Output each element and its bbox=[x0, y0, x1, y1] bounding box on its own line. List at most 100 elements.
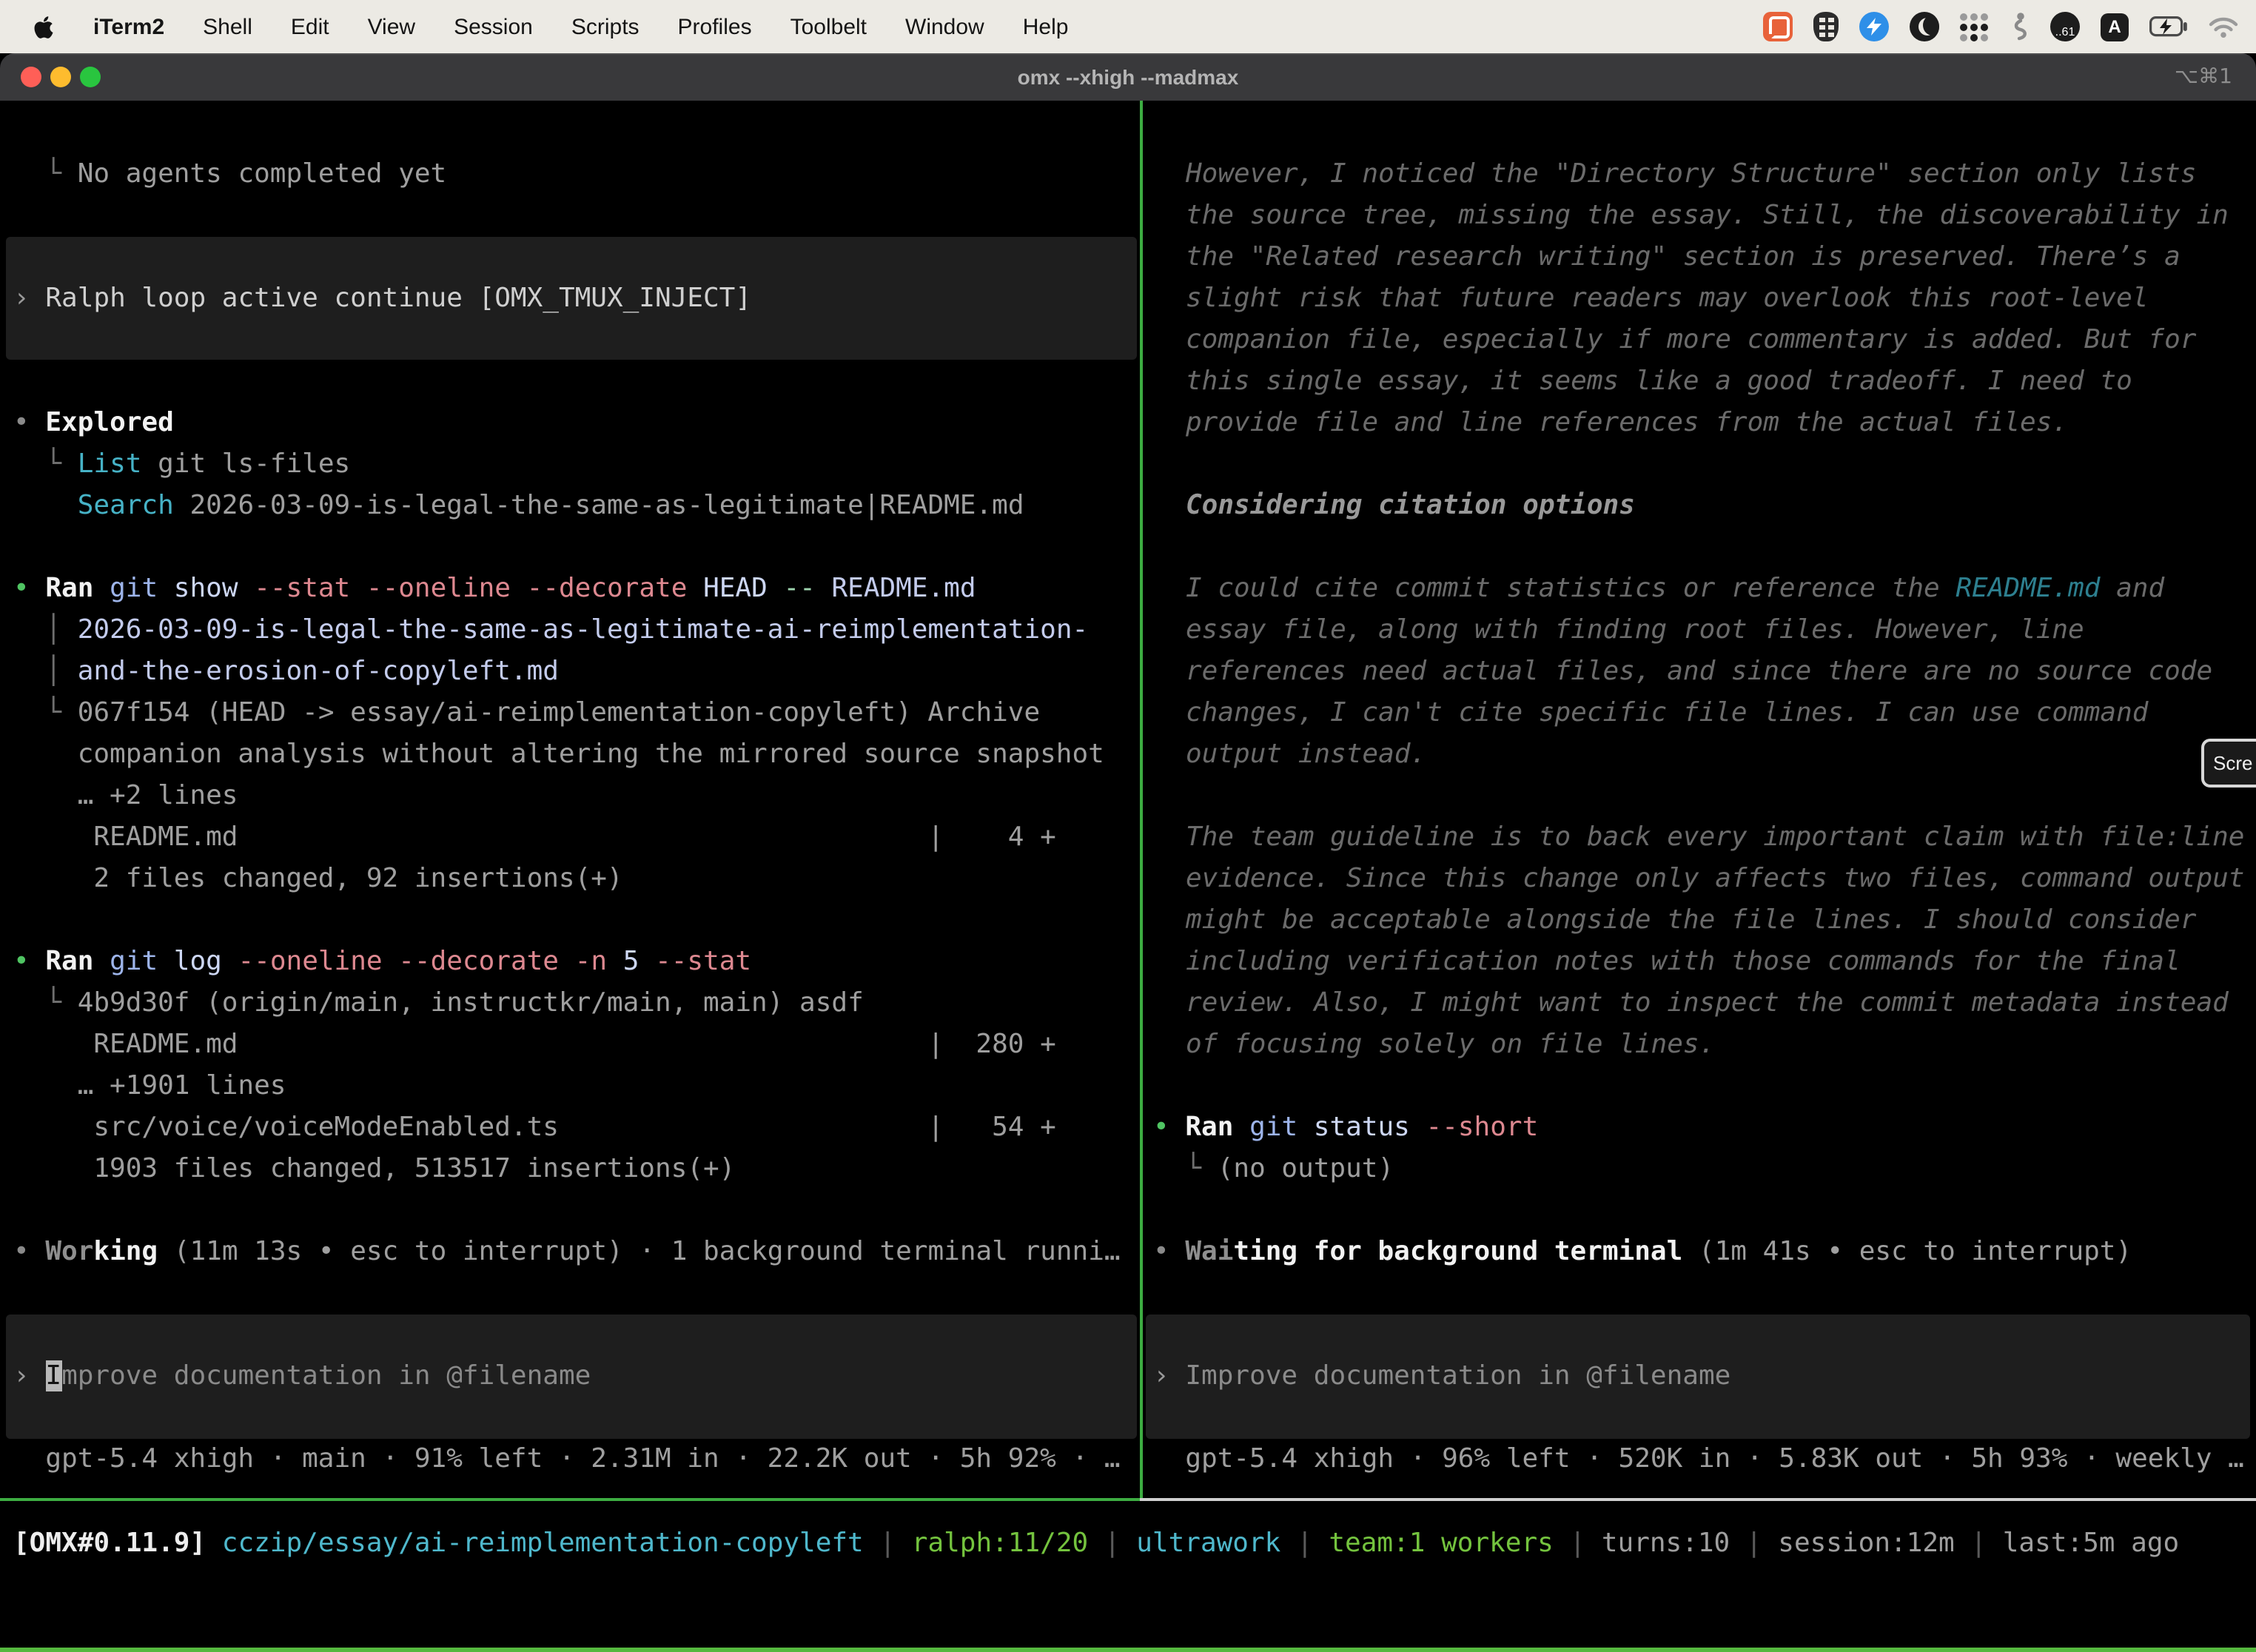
window-shortcut-badge: ⌥⌘1 bbox=[2175, 53, 2232, 101]
a-key-icon[interactable]: A bbox=[2101, 13, 2129, 41]
terminal-text-segment: Ralph loop active continue [OMX_TMUX_INJ… bbox=[45, 283, 751, 314]
blue-badge-icon[interactable] bbox=[1859, 12, 1889, 41]
terminal-text-segment: │ bbox=[13, 656, 78, 687]
explored-list-line: └ List git ls-files bbox=[13, 444, 350, 486]
terminal-text-segment: └ bbox=[13, 697, 78, 728]
commit-line: └ 067f154 (HEAD -> essay/ai-reimplementa… bbox=[13, 693, 1040, 734]
terminal-text-segment: README.md bbox=[1955, 573, 2100, 604]
terminal-text-segment: team:1 workers bbox=[1329, 1528, 1553, 1559]
terminal-text-segment: List bbox=[78, 449, 142, 480]
terminal-text-segment: | bbox=[1730, 1528, 1778, 1559]
omx-status-bar: [OMX#0.11.9] cczip/essay/ai-reimplementa… bbox=[13, 1523, 2249, 1565]
terminal-text-segment: └ bbox=[1153, 1153, 1218, 1184]
terminal-text-segment: Ran bbox=[45, 946, 93, 977]
desktop: iTerm2 Shell Edit View Session Scripts P… bbox=[0, 0, 2256, 1652]
menu-item-toolbelt[interactable]: Toolbelt bbox=[790, 14, 867, 39]
terminal-text-segment: mprove documentation in @filename bbox=[61, 1360, 591, 1391]
terminal-text-segment: HEAD bbox=[703, 573, 783, 604]
elided-line: … +2 lines bbox=[13, 776, 238, 817]
terminal-text-segment: • bbox=[13, 1236, 45, 1267]
terminal-text-segment: README.md bbox=[831, 573, 976, 604]
screenshot-chat-icon[interactable] bbox=[1763, 12, 1793, 41]
menu-item-session[interactable]: Session bbox=[454, 14, 533, 39]
left-pane-output: └ No agents completed yet › Ralph loop ac… bbox=[13, 154, 1141, 1486]
left-pane-bottom-border bbox=[0, 1498, 1140, 1501]
terminal-text-segment: • bbox=[13, 407, 45, 438]
terminal-text-segment: │ bbox=[13, 614, 78, 645]
figure-icon[interactable] bbox=[2009, 12, 2030, 41]
menu-item-window[interactable]: Window bbox=[905, 14, 984, 39]
terminal-text-segment: turns:10 bbox=[1602, 1528, 1730, 1559]
window-title: omx --xhigh --madmax bbox=[0, 53, 2256, 101]
terminal-text-segment: 067f154 (HEAD -> essay/ai-reimplementati… bbox=[78, 697, 1040, 728]
terminal-text-segment: and-the-erosion-of-copyleft.md bbox=[78, 656, 559, 687]
terminal-text-segment: └ bbox=[13, 158, 78, 189]
terminal-text-segment: No agents completed yet bbox=[78, 158, 447, 189]
menu-item-shell[interactable]: Shell bbox=[203, 14, 252, 39]
stat-line: 1903 files changed, 513517 insertions(+) bbox=[13, 1149, 735, 1190]
terminal-text-segment: However, I noticed the "Directory Struct… bbox=[1186, 158, 2245, 438]
terminal-text-segment: | bbox=[1088, 1528, 1136, 1559]
terminal-text-segment: Considering citation options bbox=[1186, 490, 1635, 521]
apple-icon[interactable] bbox=[33, 14, 55, 39]
terminal-text-segment: last:5m ago bbox=[2003, 1528, 2179, 1559]
terminal-text-segment: king bbox=[93, 1236, 158, 1267]
stat-line: src/voice/voiceModeEnabled.ts | 54 + bbox=[13, 1107, 1056, 1149]
menu-item-edit[interactable]: Edit bbox=[291, 14, 329, 39]
terminal-text-segment: › bbox=[1153, 1360, 1185, 1391]
terminal-text-segment: (11m 13s • esc to interrupt) · 1 backgro… bbox=[158, 1236, 1120, 1267]
terminal-text-segment: gpt-5.4 xhigh · 96% left · 520K in · 5.8… bbox=[1153, 1443, 2244, 1474]
menu-item-iterm2[interactable]: iTerm2 bbox=[93, 14, 164, 39]
dots-grid-icon[interactable] bbox=[1960, 13, 1988, 41]
terminal-text-segment: Search bbox=[78, 490, 174, 521]
terminal-text-segment: 1903 files changed, 513517 insertions(+) bbox=[13, 1153, 735, 1184]
terminal-text-segment: ralph:11/20 bbox=[912, 1528, 1088, 1559]
ran-git-status-line: • Ran git status --short bbox=[1153, 1107, 1538, 1149]
right-pane-output: However, I noticed the "Directory Struct… bbox=[1153, 154, 2252, 1486]
explored-header-line: • Explored bbox=[13, 403, 174, 444]
terminal-text-segment: gpt-5.4 xhigh · main · 91% left · 2.31M … bbox=[13, 1443, 1121, 1474]
menu-bar: iTerm2 Shell Edit View Session Scripts P… bbox=[0, 0, 2256, 53]
no-output-line: └ (no output) bbox=[1153, 1149, 1394, 1190]
terminal-text-segment: … +2 lines bbox=[13, 780, 238, 811]
terminal-text-segment: --short bbox=[1426, 1112, 1539, 1143]
terminal-text-segment: (1m 41s • esc to interrupt) bbox=[1682, 1236, 2132, 1267]
screen-share-pill[interactable]: Scre bbox=[2201, 739, 2256, 788]
badge-61-icon[interactable]: ..61 bbox=[2050, 12, 2080, 41]
terminal-text-segment: • bbox=[13, 946, 45, 977]
battery-icon[interactable] bbox=[2149, 16, 2188, 37]
menu-item-help[interactable]: Help bbox=[1023, 14, 1069, 39]
menu-item-profiles[interactable]: Profiles bbox=[678, 14, 752, 39]
terminal-text-segment: Ran bbox=[1185, 1112, 1233, 1143]
terminal-area[interactable]: └ No agents completed yet › Ralph loop ac… bbox=[0, 101, 2256, 1652]
inject-prompt-line: › Ralph loop active continue [OMX_TMUX_I… bbox=[13, 278, 751, 320]
terminal-text-segment: --stat bbox=[655, 946, 751, 977]
window-title-bar[interactable]: omx --xhigh --madmax ⌥⌘1 bbox=[0, 53, 2256, 102]
wifi-icon[interactable] bbox=[2209, 16, 2238, 38]
terminal-text-segment: └ bbox=[13, 449, 78, 480]
working-status-line: • Working (11m 13s • esc to interrupt) ·… bbox=[13, 1232, 1121, 1273]
thinking-paragraph: However, I noticed the "Directory Struct… bbox=[1186, 154, 2246, 444]
terminal-text-segment: • bbox=[1153, 1236, 1185, 1267]
terminal-text-segment: › bbox=[13, 1360, 45, 1391]
terminal-text-segment: Ran bbox=[45, 573, 93, 604]
iterm-window: omx --xhigh --madmax ⌥⌘1 └ No agents com… bbox=[0, 53, 2256, 1652]
terminal-text-segment: The team guideline is to back every impo… bbox=[1186, 822, 2256, 1060]
terminal-text-segment: -- bbox=[783, 573, 831, 604]
terminal-text-segment: └ bbox=[13, 987, 78, 1018]
terminal-text-segment: 5 bbox=[623, 946, 655, 977]
thinking-paragraph: I could cite commit statistics or refere… bbox=[1186, 568, 2246, 776]
filename-line: │ 2026-03-09-is-legal-the-same-as-legiti… bbox=[13, 610, 1088, 651]
terminal-text-segment: log bbox=[158, 946, 238, 977]
terminal-text-segment: src/voice/voiceModeEnabled.ts | 54 + bbox=[13, 1112, 1056, 1143]
stat-line: 2 files changed, 92 insertions(+) bbox=[13, 859, 623, 900]
moon-icon[interactable] bbox=[1910, 12, 1939, 41]
terminal-text-segment: | bbox=[1955, 1528, 2003, 1559]
ran-git-log-line: • Ran git log --oneline --decorate -n 5 … bbox=[13, 941, 751, 983]
terminal-text-segment: • bbox=[1153, 1112, 1185, 1143]
terminal-text-segment: 2 files changed, 92 insertions(+) bbox=[13, 863, 623, 894]
shield-grid-icon[interactable] bbox=[1813, 12, 1839, 41]
explored-search-line: Search 2026-03-09-is-legal-the-same-as-l… bbox=[13, 486, 1024, 527]
menu-item-view[interactable]: View bbox=[368, 14, 416, 39]
menu-item-scripts[interactable]: Scripts bbox=[571, 14, 639, 39]
